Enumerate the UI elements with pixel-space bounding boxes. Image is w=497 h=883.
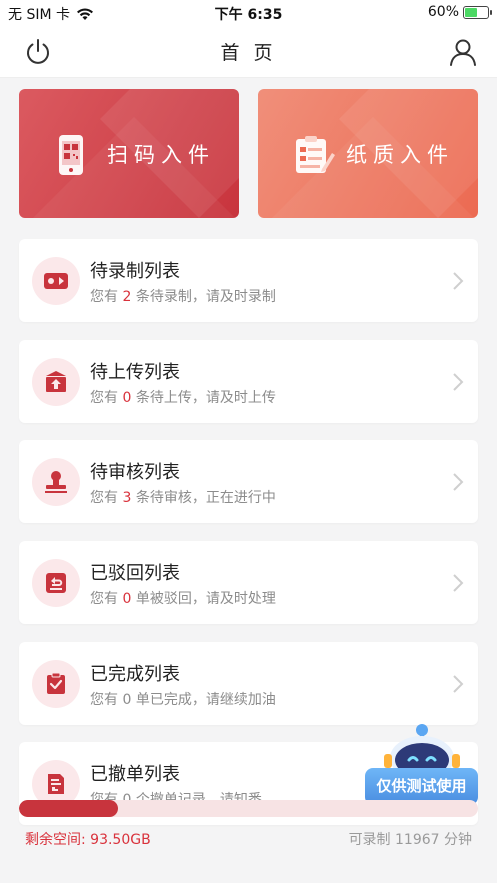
list-item-pending-record[interactable]: 待录制列表 您有 2 条待录制，请及时录制 bbox=[19, 239, 478, 322]
paper-entry-button[interactable]: 纸质入件 bbox=[258, 89, 478, 218]
list-item-pending-review[interactable]: 待审核列表 您有 3 条待审核，正在进行中 bbox=[19, 440, 478, 523]
scan-entry-button[interactable]: 扫码入件 bbox=[19, 89, 239, 218]
list-item-title: 已完成列表 bbox=[90, 664, 180, 685]
list-item-title: 待审核列表 bbox=[90, 462, 180, 483]
status-bar: 无 SIM 卡 下午 6:35 60% bbox=[0, 0, 497, 26]
list-item-subtitle: 您有 0 单已完成，请继续加油 bbox=[90, 692, 276, 708]
list-item-pending-upload[interactable]: 待上传列表 您有 0 条待上传，请及时上传 bbox=[19, 340, 478, 423]
chevron-right-icon bbox=[453, 675, 464, 693]
paper-entry-label: 纸质入件 bbox=[346, 143, 454, 167]
list-item-subtitle: 您有 2 条待录制，请及时录制 bbox=[90, 289, 276, 305]
list-item-completed[interactable]: 已完成列表 您有 0 单已完成，请继续加油 bbox=[19, 642, 478, 725]
list-item-title: 待上传列表 bbox=[90, 362, 180, 383]
status-right: 60% bbox=[427, 4, 492, 20]
chevron-right-icon bbox=[453, 574, 464, 592]
battery-icon bbox=[463, 5, 492, 19]
list-item-rejected[interactable]: 已驳回列表 您有 0 单被驳回，请及时处理 bbox=[19, 541, 478, 624]
storage-remaining-text: 剩余空间: 93.50GB bbox=[25, 832, 151, 848]
recordable-minutes-text: 可录制 11967 分钟 bbox=[348, 832, 472, 848]
return-icon bbox=[46, 573, 66, 593]
chevron-right-icon bbox=[453, 272, 464, 290]
stamp-icon bbox=[45, 471, 67, 493]
list-item-subtitle: 您有 3 条待审核，正在进行中 bbox=[90, 490, 276, 506]
check-clipboard-icon bbox=[47, 672, 65, 694]
upload-box-icon bbox=[46, 371, 66, 392]
battery-percent: 60% bbox=[427, 4, 459, 20]
user-icon[interactable] bbox=[447, 36, 479, 68]
video-camera-icon bbox=[44, 273, 68, 289]
chevron-right-icon bbox=[453, 473, 464, 491]
list-item-title: 已撤单列表 bbox=[90, 764, 180, 785]
paper-form-icon bbox=[296, 136, 335, 173]
list-item-subtitle: 您有 0 条待上传，请及时上传 bbox=[90, 390, 276, 406]
page-title: 首 页 bbox=[220, 42, 277, 64]
scan-entry-label: 扫码入件 bbox=[107, 143, 215, 167]
storage-progress-bar bbox=[19, 800, 478, 817]
withdraw-doc-icon bbox=[48, 774, 64, 794]
storage-progress-fill bbox=[19, 800, 118, 817]
nav-bar: 首 页 bbox=[0, 26, 497, 78]
chevron-right-icon bbox=[453, 373, 464, 391]
list-item-title: 待录制列表 bbox=[90, 261, 180, 282]
qrcode-phone-icon bbox=[59, 135, 83, 175]
list-item-subtitle: 您有 0 单被驳回，请及时处理 bbox=[90, 591, 276, 607]
status-time: 下午 6:35 bbox=[214, 7, 283, 23]
list-item-title: 已驳回列表 bbox=[90, 563, 180, 584]
